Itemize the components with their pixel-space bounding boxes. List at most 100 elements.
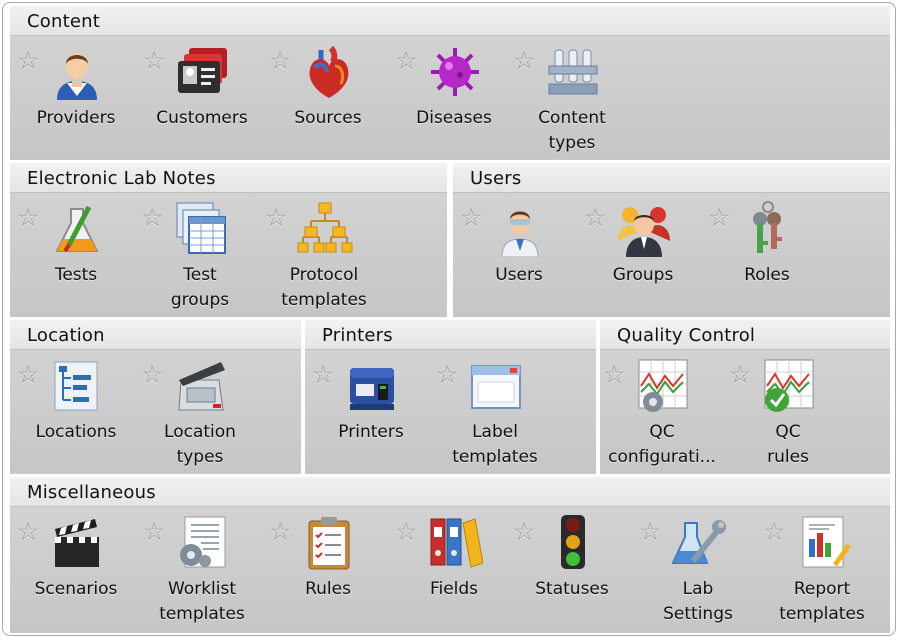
section-title: Printers [322,325,393,346]
favorite-star-icon[interactable]: ☆ [708,205,730,230]
tile-label: Printers [338,422,404,442]
tile-label: Users [495,265,543,285]
tile-rules[interactable]: ☆ Rules [266,515,390,635]
tile-worklist-templates[interactable]: ☆ Worklist templates [140,515,264,635]
tile-protocol-templates[interactable]: ☆ Protocol templates [262,201,386,325]
traffic-light-icon [545,515,601,571]
scientist-user-icon [492,201,548,257]
favorite-star-icon[interactable]: ☆ [584,205,606,230]
tile-label-2: templates [159,604,245,624]
section-title: Location [27,325,105,346]
tile-qc-configuration[interactable]: ☆ QC configurati... [600,358,724,482]
tile-sources[interactable]: ☆ Sources [266,44,390,168]
tile-location-types[interactable]: ☆ Location types [138,358,262,482]
favorite-star-icon[interactable]: ☆ [269,48,291,73]
tile-qc-rules[interactable]: ☆ QC rules [726,358,850,482]
favorite-star-icon[interactable]: ☆ [17,362,39,387]
tile-providers[interactable]: ☆ Providers [14,44,138,168]
tile-label: Providers [36,108,116,128]
section-title: Quality Control [617,325,756,346]
section-header: Content [10,6,890,36]
favorite-star-icon[interactable]: ☆ [513,48,535,73]
tile-customers[interactable]: ☆ Customers [140,44,264,168]
favorite-star-icon[interactable]: ☆ [141,205,163,230]
tile-label: Statuses [535,579,609,599]
tile-label-2: types [176,447,224,467]
tile-label-2: rules [767,447,809,467]
favorite-star-icon[interactable]: ☆ [312,362,334,387]
tile-label: Content [538,108,606,128]
favorite-star-icon[interactable]: ☆ [395,519,417,544]
tile-label: Protocol [289,265,359,285]
favorite-star-icon[interactable]: ☆ [763,519,785,544]
section-title: Users [470,168,522,189]
provider-person-icon [49,44,105,100]
section-header: Users [453,163,890,193]
tile-label: Diseases [416,108,492,128]
tile-label-2: templates [452,447,538,467]
section-users: Users ☆ Users ☆ Groups ☆ Roles [453,163,890,317]
tile-label: Lab [682,579,714,599]
tile-diseases[interactable]: ☆ Diseases [392,44,516,168]
tile-label-2: configurati... [608,447,716,467]
favorite-star-icon[interactable]: ☆ [143,48,165,73]
spreadsheet-stack-icon [173,201,229,257]
favorite-star-icon[interactable]: ☆ [513,519,535,544]
qc-chart-gear-icon [635,358,691,414]
favorite-star-icon[interactable]: ☆ [436,362,458,387]
favorite-star-icon[interactable]: ☆ [265,205,287,230]
section-header: Miscellaneous [10,477,890,507]
tile-label: Sources [294,108,362,128]
section-title: Content [27,11,100,32]
flask-wrench-icon [671,515,727,571]
section-printers: Printers ☆ Printers ☆ Label templates [305,320,596,474]
tile-label: Scenarios [34,579,118,599]
tile-content-types[interactable]: ☆ Content types [510,44,634,168]
tile-label: Roles [744,265,790,285]
favorite-star-icon[interactable]: ☆ [460,205,482,230]
tile-fields[interactable]: ☆ Fields [392,515,516,635]
tile-scenarios[interactable]: ☆ Scenarios [14,515,138,635]
favorite-star-icon[interactable]: ☆ [17,205,39,230]
location-tree-icon [49,358,105,414]
favorite-star-icon[interactable]: ☆ [141,362,163,387]
section-quality-control: Quality Control ☆ QC configurati... ☆ QC r… [600,320,890,474]
tile-users[interactable]: ☆ Users [457,201,581,325]
clipboard-checklist-icon [301,515,357,571]
tile-statuses[interactable]: ☆ Statuses [510,515,634,635]
favorite-star-icon[interactable]: ☆ [639,519,661,544]
clapperboard-icon [49,515,105,571]
tile-roles[interactable]: ☆ Roles [705,201,829,325]
favorite-star-icon[interactable]: ☆ [729,362,751,387]
favorite-star-icon[interactable]: ☆ [17,48,39,73]
tile-label: Customers [156,108,248,128]
favorite-star-icon[interactable]: ☆ [395,48,417,73]
tile-report-templates[interactable]: ☆ Report templates [760,515,884,635]
section-header: Electronic Lab Notes [10,163,447,193]
label-printer-icon [344,358,400,414]
customer-id-card-icon [175,44,231,100]
section-header: Quality Control [600,320,890,350]
section-title: Miscellaneous [27,482,156,503]
favorite-star-icon[interactable]: ☆ [143,519,165,544]
tile-label: Test [183,265,217,285]
tile-tests[interactable]: ☆ Tests [14,201,138,325]
virus-icon [427,44,483,100]
favorite-star-icon[interactable]: ☆ [17,519,39,544]
freezer-icon [173,358,229,414]
tile-lab-settings[interactable]: ☆ Lab Settings [636,515,760,635]
tile-label: Report [793,579,851,599]
tile-label-templates[interactable]: ☆ Label templates [433,358,557,482]
tile-label: QC [649,422,675,442]
tile-label: QC [775,422,801,442]
tile-groups[interactable]: ☆ Groups [581,201,705,325]
tile-label-2: groups [170,290,230,310]
favorite-star-icon[interactable]: ☆ [603,362,625,387]
favorite-star-icon[interactable]: ☆ [269,519,291,544]
tile-label-2: Settings [663,604,733,624]
tile-printers[interactable]: ☆ Printers [309,358,433,482]
tile-test-groups[interactable]: ☆ Test groups [138,201,262,325]
tile-locations[interactable]: ☆ Locations [14,358,138,482]
tile-label: Label [472,422,518,442]
tile-label: Locations [35,422,117,442]
